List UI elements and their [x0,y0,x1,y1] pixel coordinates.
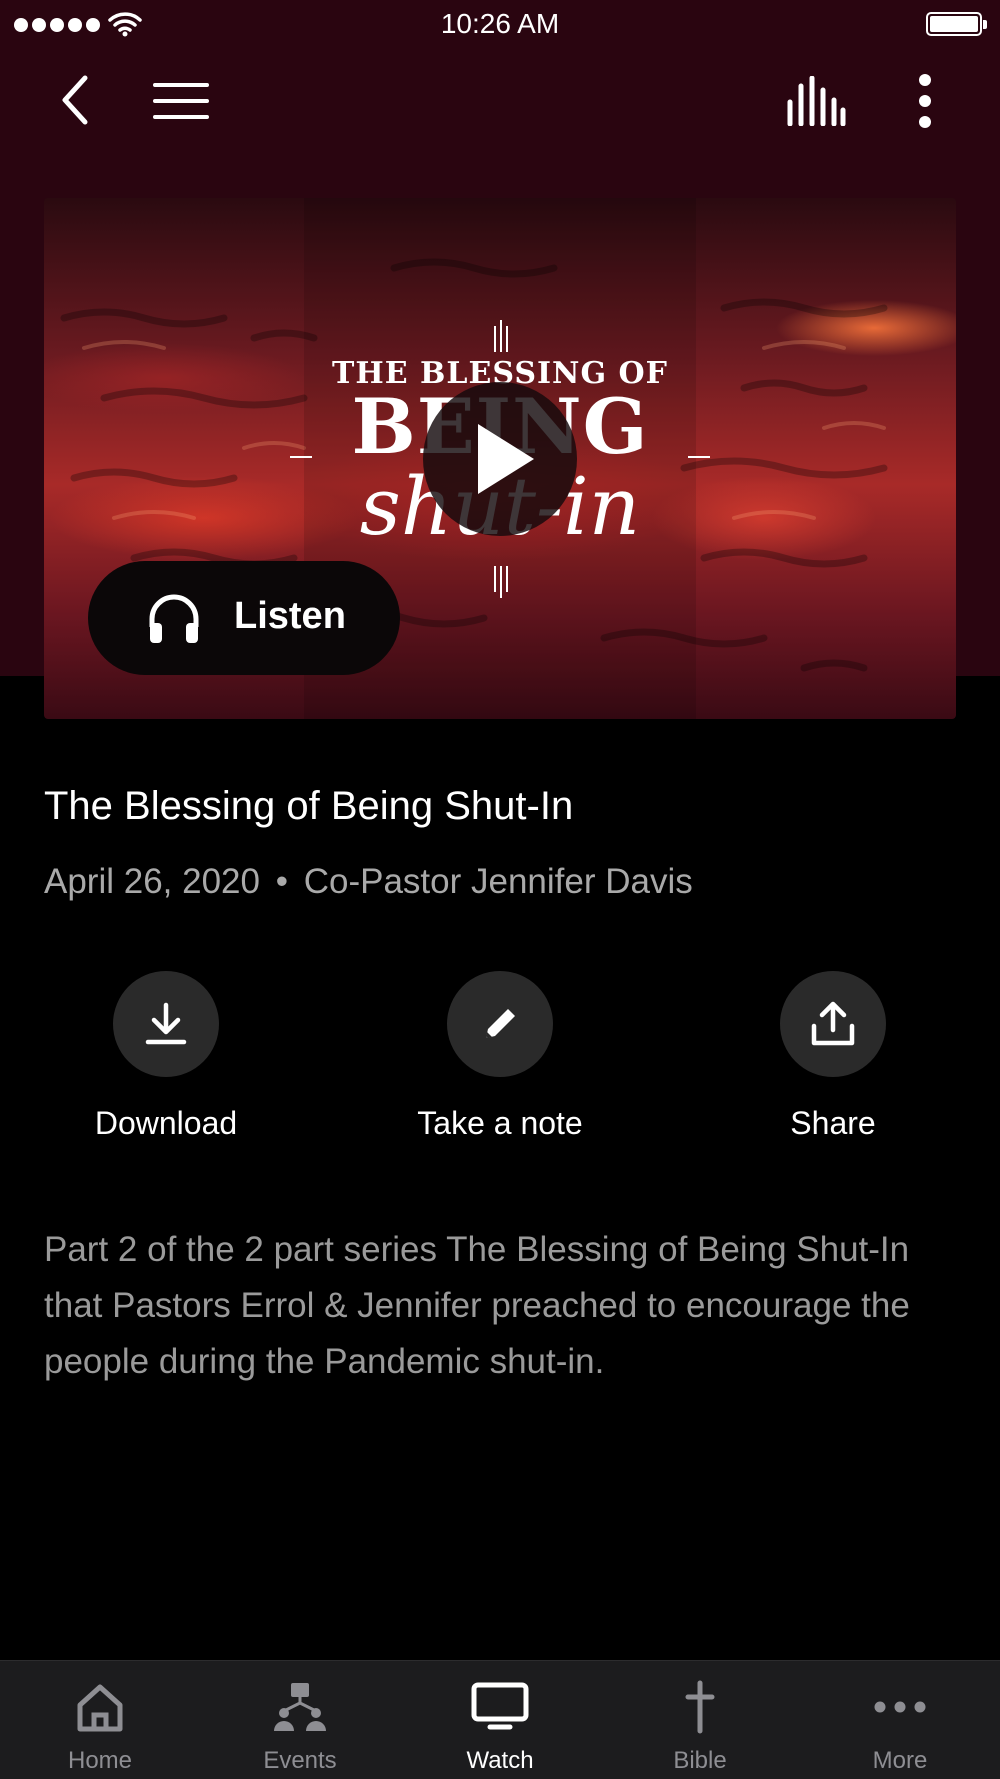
listen-button[interactable]: Listen [88,561,400,675]
download-button[interactable]: Download [66,971,266,1142]
download-icon [113,971,219,1077]
play-button[interactable] [423,382,577,536]
listen-label: Listen [234,595,346,637]
status-bar: 10:26 AM [0,0,1000,50]
home-icon [77,1684,123,1732]
tab-home[interactable]: Home [0,1661,200,1779]
sermon-title: The Blessing of Being Shut-In [44,784,574,828]
art-line-bottom [494,566,496,592]
art-line-top [494,326,496,352]
sermon-description: Part 2 of the 2 part series The Blessing… [44,1230,910,1381]
headphones-icon [149,594,199,643]
download-label: Download [94,1105,238,1141]
pencil-icon [447,971,553,1077]
sermon-date: April 26, 2020 [44,862,260,901]
share-icon [780,971,886,1077]
tab-home-label: Home [67,1747,133,1774]
more-dots-icon [874,1701,926,1713]
cross-icon [685,1680,715,1734]
tab-bible[interactable]: Bible [600,1661,800,1779]
art-line-bottom-3 [506,566,508,592]
art-line-top-2 [500,320,502,352]
art-line-top-3 [506,326,508,352]
tab-more-label: More [872,1747,928,1774]
chevron-left-icon[interactable] [50,70,100,130]
sermon-meta: April 26, 2020 • Co-Pastor Jennifer Davi… [44,862,693,902]
battery-icon [926,12,987,36]
tv-icon [471,1682,529,1730]
take-a-note-label: Take a note [417,1105,583,1141]
share-label: Share [790,1105,876,1141]
art-line-bottom-2 [500,566,502,598]
tab-watch-label: Watch [466,1747,534,1774]
tab-bar: Home Events Watch Bible More [0,1660,1000,1779]
status-time: 10:26 AM [440,8,560,39]
tab-bible-label: Bible [673,1747,727,1774]
audio-bars-icon[interactable] [784,74,848,128]
tab-watch[interactable]: Watch [400,1661,600,1779]
tab-more[interactable]: More [800,1661,1000,1779]
tab-events-label: Events [263,1747,337,1774]
sermon-speaker: Co-Pastor Jennifer Davis [303,862,693,901]
play-icon [478,424,534,494]
events-icon [274,1683,326,1731]
share-button[interactable]: Share [733,971,933,1142]
hamburger-menu-icon[interactable] [150,76,212,126]
take-a-note-button[interactable]: Take a note [400,971,600,1142]
tab-events[interactable]: Events [200,1661,400,1779]
vertical-dots-icon[interactable] [900,70,950,132]
meta-separator: • [275,862,288,901]
